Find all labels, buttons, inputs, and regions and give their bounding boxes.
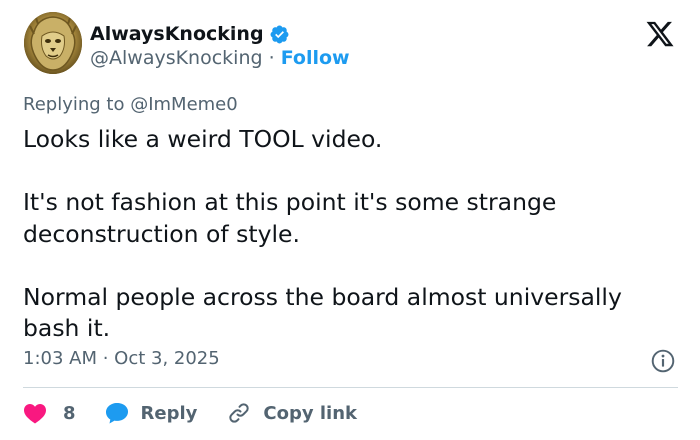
verified-badge-icon (270, 25, 289, 43)
tweet-text: Looks like a weird TOOL video. It's not … (23, 124, 683, 345)
like-button[interactable]: 8 (23, 402, 76, 424)
author-display-name[interactable]: AlwaysKnocking (90, 23, 264, 45)
author-name-row: AlwaysKnocking (90, 21, 290, 47)
info-icon[interactable] (650, 348, 676, 374)
tweet-paragraph: It's not fashion at this point it's some… (23, 188, 557, 248)
reply-bubble-icon (105, 403, 128, 424)
tweet-paragraph: Normal people across the board almost un… (23, 282, 622, 343)
reply-button[interactable]: Reply (104, 401, 198, 425)
tweet-timestamp[interactable]: 1:03 AM · Oct 3, 2025 (23, 348, 220, 369)
link-icon (229, 403, 250, 423)
replying-to-mention[interactable]: @ImMeme0 (130, 94, 238, 115)
avatar[interactable] (24, 12, 82, 74)
tweet-paragraph: Looks like a weird TOOL video. (23, 125, 383, 153)
like-count: 8 (63, 402, 76, 424)
copy-link-button[interactable]: Copy link (227, 401, 357, 425)
heart-icon (24, 404, 46, 424)
follow-button[interactable]: Follow (281, 47, 350, 69)
reply-label: Reply (140, 402, 198, 424)
divider (23, 387, 678, 388)
handle-separator: · (262, 47, 281, 69)
author-handle-row: @AlwaysKnocking · Follow (90, 47, 350, 69)
action-bar: 8 Reply Copy link (23, 398, 357, 428)
author-handle[interactable]: @AlwaysKnocking (90, 47, 263, 69)
copy-link-label: Copy link (263, 402, 357, 424)
x-logo-icon[interactable] (644, 19, 676, 49)
replying-to: Replying to @ImMeme0 (23, 94, 238, 115)
replying-to-prefix: Replying to (23, 94, 131, 115)
